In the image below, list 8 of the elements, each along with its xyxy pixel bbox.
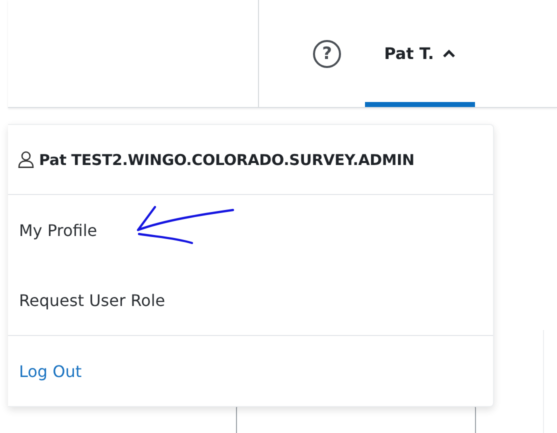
user-icon xyxy=(18,151,34,168)
user-name: Pat TEST2.WINGO.COLORADO.SURVEY.ADMIN xyxy=(39,150,414,168)
menu-item[interactable]: My Profile xyxy=(8,195,104,265)
caret-icon xyxy=(442,49,456,58)
logout-link[interactable]: Log Out xyxy=(8,336,88,406)
menu-item[interactable]: Request User Role xyxy=(8,265,172,335)
user-menu-button[interactable]: Pat T. xyxy=(365,0,475,107)
help-icon[interactable]: ? xyxy=(313,40,341,68)
